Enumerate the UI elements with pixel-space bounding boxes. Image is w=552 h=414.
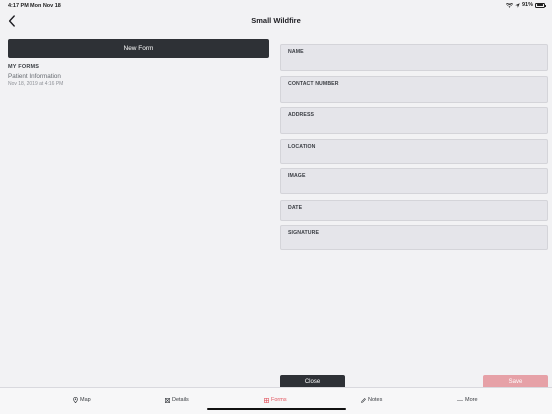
tab-details[interactable]: Details xyxy=(165,395,189,405)
tab-more[interactable]: More xyxy=(457,395,478,405)
form-date: Nov 18, 2019 at 4:16 PM xyxy=(8,81,64,87)
tab-forms[interactable]: Forms xyxy=(264,395,287,405)
field-label: CONTACT NUMBER xyxy=(288,81,339,87)
form-name: Patient Information xyxy=(8,73,61,80)
wifi-icon xyxy=(505,2,513,8)
tab-label: Details xyxy=(172,397,189,403)
image-field[interactable]: IMAGE xyxy=(280,168,548,194)
tab-notes[interactable]: Notes xyxy=(361,395,382,405)
date-field[interactable]: DATE xyxy=(280,200,548,221)
tab-map[interactable]: Map xyxy=(73,395,91,405)
field-label: NAME xyxy=(288,49,304,55)
status-indicators: 91% xyxy=(505,2,546,8)
location-arrow-icon xyxy=(515,2,520,8)
form-list-item[interactable]: Patient Information Nov 18, 2019 at 4:16… xyxy=(8,73,63,88)
field-label: LOCATION xyxy=(288,144,316,150)
battery-percent: 91% xyxy=(521,2,533,8)
tab-label: Forms xyxy=(271,397,287,403)
field-label: IMAGE xyxy=(288,173,306,179)
forms-icon xyxy=(264,397,269,403)
my-forms-heading: MY FORMS xyxy=(8,64,40,70)
signature-field[interactable]: SIGNATURE xyxy=(280,225,548,250)
tab-label: More xyxy=(465,397,478,403)
location-field[interactable]: LOCATION xyxy=(280,139,548,164)
contact-number-field[interactable]: CONTACT NUMBER xyxy=(280,76,548,103)
tab-label: Map xyxy=(80,397,91,403)
status-bar: 4:17 PM Mon Nov 18 91% xyxy=(0,0,552,11)
address-field[interactable]: ADDRESS xyxy=(280,107,548,134)
pencil-icon xyxy=(361,397,366,403)
battery-icon xyxy=(535,2,546,8)
page-title: Small Wildfire xyxy=(251,16,301,25)
name-field[interactable]: NAME xyxy=(280,44,548,71)
status-time: 4:17 PM xyxy=(8,3,29,9)
map-pin-icon xyxy=(73,397,78,403)
details-icon xyxy=(165,397,170,403)
nav-bar: Small Wildfire xyxy=(0,11,552,31)
home-indicator xyxy=(207,408,346,410)
more-dots-icon xyxy=(457,399,463,401)
field-label: SIGNATURE xyxy=(288,230,320,236)
status-date: Mon Nov 18 xyxy=(30,3,61,9)
field-label: ADDRESS xyxy=(288,112,315,118)
field-label: DATE xyxy=(288,205,303,211)
new-form-button[interactable]: New Form xyxy=(8,39,269,58)
tab-label: Notes xyxy=(368,397,383,403)
